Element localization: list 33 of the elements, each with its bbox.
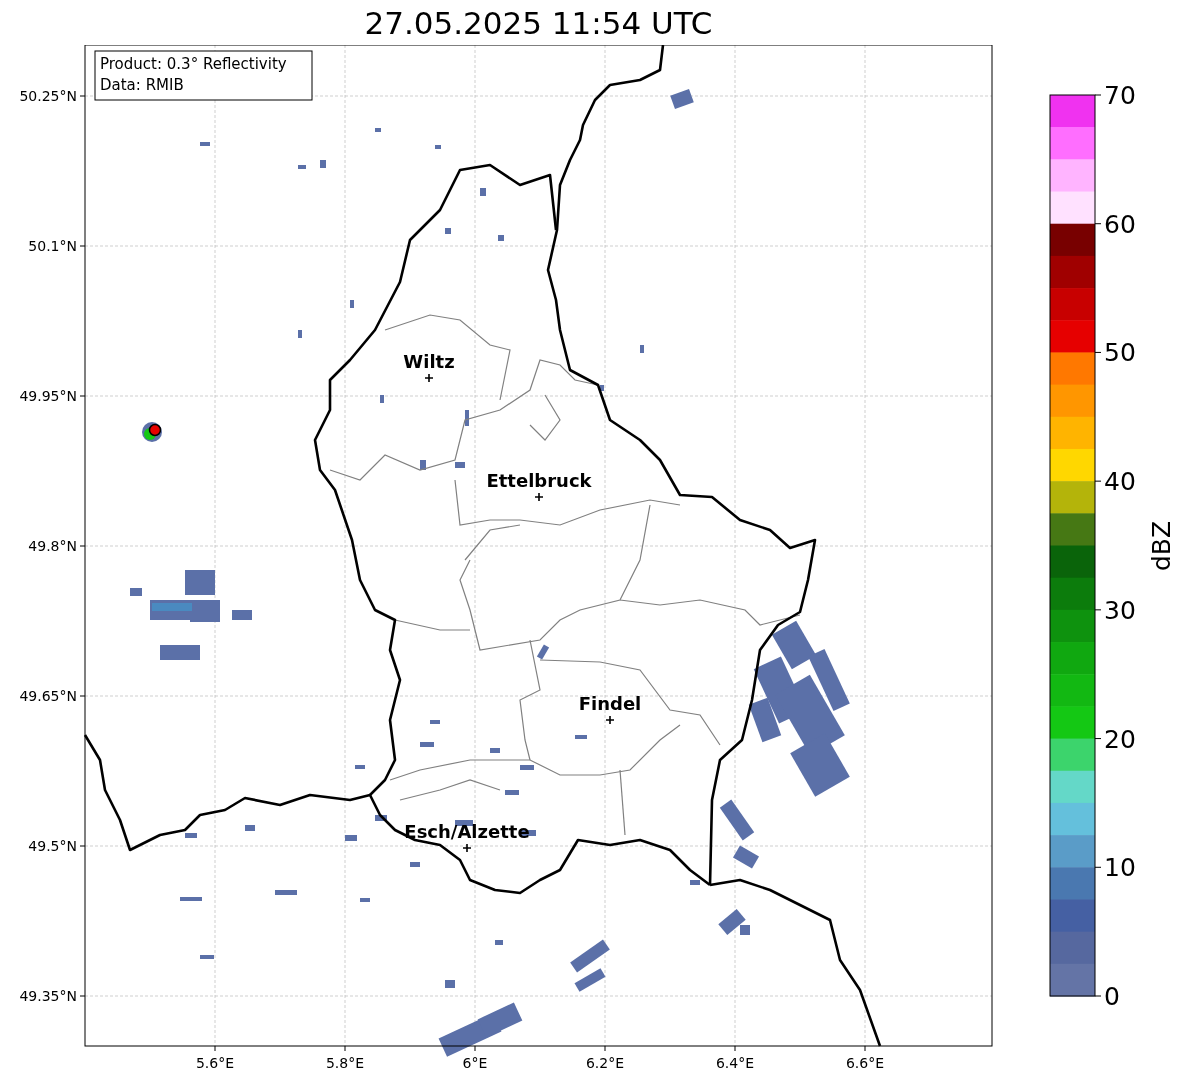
city-label: Ettelbruck: [486, 470, 592, 491]
axis-tick-label: 6°E: [462, 1055, 488, 1071]
axis-tick-label: 49.95°N: [19, 388, 77, 404]
axis-tick-label: 49.8°N: [28, 538, 77, 554]
axis-tick-label: 49.65°N: [19, 688, 77, 704]
axis-tick-label: 49.5°N: [28, 838, 77, 854]
info-text: Data: RMIB: [100, 76, 184, 94]
axis-tick-label: 5.8°E: [325, 1055, 365, 1071]
map-title: 27.05.2025 11:54 UTC: [364, 3, 713, 42]
colorbar-tick-label: 70: [1104, 81, 1136, 110]
colorbar-label: dBZ: [1147, 520, 1176, 572]
colorbar-tick-label: 10: [1104, 853, 1136, 883]
city-marker-icon: [462, 843, 472, 853]
city-label: Findel: [578, 693, 642, 714]
axis-tick-label: 49.35°N: [19, 988, 77, 1004]
axis-tick-label: 6.2°E: [585, 1055, 625, 1071]
axis-tick-label: 6.4°E: [715, 1055, 755, 1071]
axis-tick-label: 50.25°N: [19, 88, 77, 104]
colorbar-tick-label: 30: [1104, 595, 1136, 625]
city-marker-icon: [605, 715, 615, 725]
city-marker-icon: [534, 492, 544, 502]
colorbar-tick-label: 0: [1104, 982, 1120, 1011]
colorbar-tick-label: 20: [1104, 724, 1136, 754]
city-label: Esch/Alzette: [404, 821, 530, 842]
colorbar-tick-label: 40: [1104, 467, 1136, 497]
axis-tick-label: 50.1°N: [28, 238, 77, 254]
city-marker-icon: [424, 373, 434, 383]
colorbar-tick-label: 50: [1104, 338, 1136, 368]
city-label: Wiltz: [403, 351, 455, 372]
info-text: Product: 0.3° Reflectivity: [100, 55, 287, 73]
axis-tick-label: 5.6°E: [195, 1055, 235, 1071]
colorbar-tick-label: 60: [1104, 209, 1136, 239]
axis-tick-label: 6.6°E: [845, 1055, 885, 1071]
